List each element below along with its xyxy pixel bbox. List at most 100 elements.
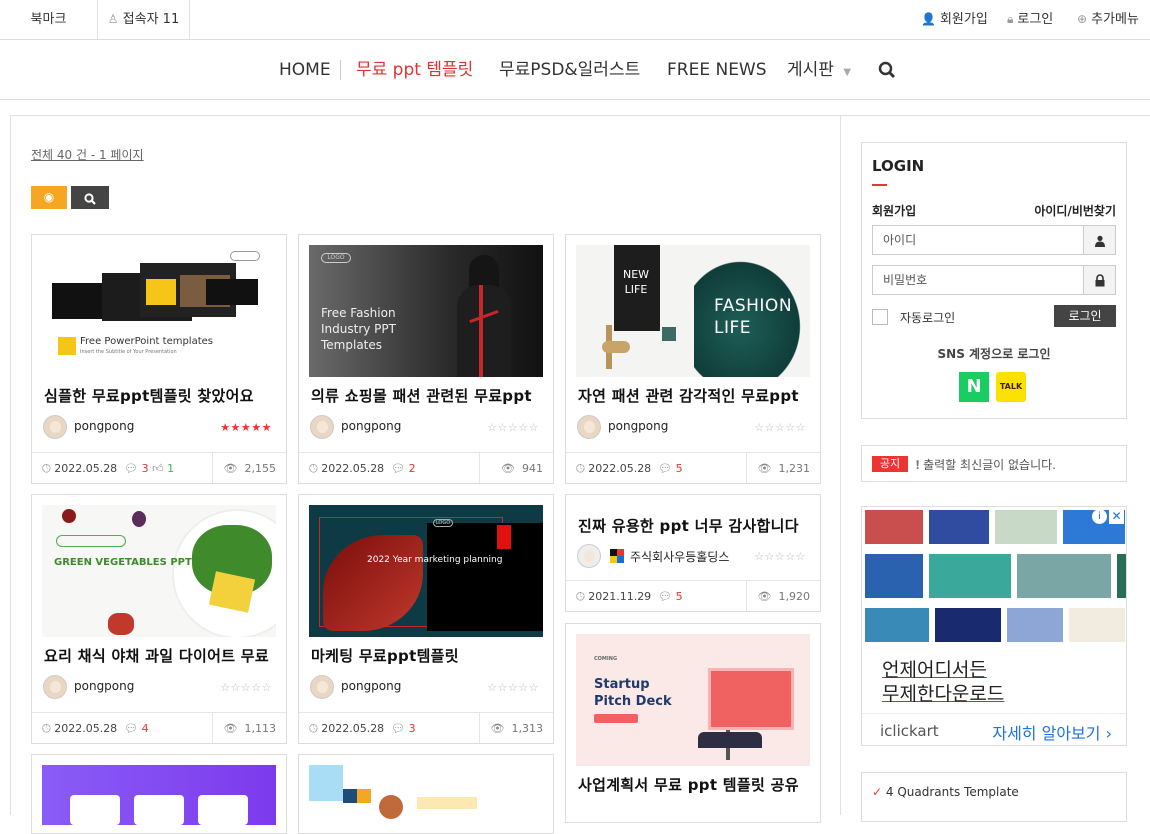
bookmark-link[interactable]: 북마크: [0, 0, 98, 39]
view-count: 1,920: [778, 590, 811, 603]
post-card[interactable]: LOGO 2022 Year marketing planning 마케팅 무료…: [298, 494, 554, 744]
post-thumbnail[interactable]: Free PowerPoint templates Insert the Sub…: [42, 245, 276, 377]
post-author[interactable]: pongpong: [341, 419, 401, 433]
gallery-board: 전체 40 건 - 1 페이지 ◉ Free PowerPoint templa…: [10, 115, 841, 834]
nav-psd-illust[interactable]: 무료PSD&일러스트: [499, 40, 640, 100]
more-menu-link[interactable]: ⊕ 추가메뉴: [1077, 0, 1139, 39]
rating-stars: ☆☆☆☆☆: [487, 681, 539, 694]
nav-board[interactable]: 게시판 ▼: [787, 40, 851, 100]
clock-icon: 🕓︎: [309, 462, 318, 475]
post-card[interactable]: [31, 754, 287, 834]
post-card[interactable]: COMING Startup Pitch Deck 사업계획서 무료 ppt 템…: [565, 623, 821, 823]
post-thumbnail[interactable]: LOGO 2022 Year marketing planning: [309, 505, 543, 637]
main-nav: HOME 무료 ppt 템플릿 무료PSD&일러스트 FREE NEWS 게시판…: [0, 40, 1150, 100]
avatar: [43, 415, 67, 439]
rss-button[interactable]: ◉: [31, 186, 67, 209]
ad-info-icon[interactable]: i: [1092, 509, 1107, 524]
nav-home[interactable]: HOME: [279, 40, 331, 100]
notice-message: 출력할 최신글이 없습니다.: [923, 458, 1056, 472]
post-author[interactable]: 주식회사우등홀딩스: [630, 548, 729, 565]
recent-post-title: 4 Quadrants Template: [885, 785, 1019, 799]
ad-learn-more-label: 자세히 알아보기: [992, 724, 1101, 743]
post-title[interactable]: 진짜 유용한 ppt 너무 감사합니다: [578, 515, 810, 536]
recent-post-item[interactable]: ✓ 4 Quadrants Template: [872, 785, 1019, 799]
visitor-count-label: 접속자 11: [122, 12, 180, 27]
rating-stars: ☆☆☆☆☆: [487, 421, 539, 434]
post-author[interactable]: pongpong: [608, 419, 668, 433]
person-icon: ♙: [107, 12, 119, 26]
comment-icon: 💬︎: [658, 462, 673, 475]
post-author[interactable]: pongpong: [341, 679, 401, 693]
nav-divider: [340, 60, 341, 80]
post-date: 2022.05.28: [54, 722, 118, 735]
post-title[interactable]: 사업계획서 무료 ppt 템플릿 공유: [578, 774, 810, 795]
view-count: 1,113: [244, 722, 277, 735]
board-search-button[interactable]: [71, 186, 109, 209]
nav-free-news[interactable]: FREE NEWS: [667, 40, 767, 100]
signup-link[interactable]: 회원가입: [872, 202, 916, 219]
post-title[interactable]: 의류 쇼핑몰 패션 관련된 무료ppt: [311, 385, 543, 406]
comment-icon: 💬︎: [391, 462, 406, 475]
post-title[interactable]: 마케팅 무료ppt템플릿: [311, 645, 543, 666]
comment-count: 5: [675, 590, 683, 603]
post-card[interactable]: 진짜 유용한 ppt 너무 감사합니다 주식회사우등홀딩스 ☆☆☆☆☆ 🕓︎ 2…: [565, 494, 821, 612]
post-thumbnail[interactable]: LOGO Free Fashion Industry PPT Templates: [309, 245, 543, 377]
post-thumbnail[interactable]: [42, 765, 276, 825]
nav-board-label: 게시판: [787, 60, 834, 80]
auto-login-label[interactable]: 자동로그인: [900, 309, 955, 326]
auto-login-checkbox[interactable]: [872, 309, 888, 325]
login-button[interactable]: 로그인: [1054, 305, 1116, 327]
post-card[interactable]: LOGO Free Fashion Industry PPT Templates…: [298, 234, 554, 484]
notice-tag: 공지: [872, 456, 908, 472]
post-card[interactable]: GREEN VEGETABLES PPT 요리 채식 야채 과일 다이어트 무료…: [31, 494, 287, 744]
thumb-title: FASHION LIFE: [714, 296, 793, 338]
eye-icon: 👁︎: [757, 590, 772, 603]
post-thumbnail[interactable]: [309, 765, 543, 825]
post-card[interactable]: [298, 754, 554, 834]
post-date: 2022.05.28: [321, 462, 385, 475]
ad-learn-more-link[interactable]: 자세히 알아보기 ›: [992, 720, 1112, 744]
chevron-right-icon: ›: [1105, 724, 1112, 743]
thumb-title: Free Fashion Industry PPT Templates: [321, 306, 396, 352]
sns-login-title: SNS 계정으로 로그인: [937, 347, 1051, 361]
id-field[interactable]: 아이디: [872, 225, 1116, 255]
login-link[interactable]: 🔒︎ 로그인: [1007, 0, 1053, 39]
post-date: 2022.05.28: [54, 462, 118, 475]
signup-link[interactable]: 👤 회원가입: [921, 0, 988, 39]
post-title[interactable]: 요리 채식 야채 과일 다이어트 무료: [44, 645, 276, 666]
find-account-link[interactable]: 아이디/비번찾기: [1034, 202, 1116, 219]
kakao-icon: TALK: [999, 382, 1023, 391]
post-thumbnail[interactable]: GREEN VEGETABLES PPT: [42, 505, 276, 637]
lock-icon: [1083, 266, 1115, 294]
rating-stars: ☆☆☆☆☆: [754, 550, 806, 563]
visitor-count[interactable]: ♙ 접속자 11: [98, 0, 190, 39]
comment-count: 3: [141, 462, 149, 475]
ad-banner[interactable]: i ✕ 언제어디서든 무제한다운로드 iclickart 자세히 알아보기 ›: [861, 506, 1127, 746]
notice-text: ❗︎ 출력할 최신글이 없습니다.: [916, 456, 1056, 473]
post-title[interactable]: 심플한 무료ppt템플릿 찾았어요: [44, 385, 276, 406]
post-card[interactable]: NEW LIFE FASHION LIFE 자연 패션 관련 감각적인 무료pp…: [565, 234, 821, 484]
nav-search-button[interactable]: [878, 40, 896, 100]
signup-label: 회원가입: [939, 12, 988, 27]
post-title[interactable]: 자연 패션 관련 감각적인 무료ppt: [578, 385, 810, 406]
post-thumbnail[interactable]: NEW LIFE FASHION LIFE: [576, 245, 810, 377]
ad-close-icon[interactable]: ✕: [1109, 509, 1124, 524]
clock-icon: 🕓︎: [42, 722, 51, 735]
top-utility-bar: 북마크 ♙ 접속자 11 👤 회원가입 🔒︎ 로그인 ⊕ 추가메뉴: [0, 0, 1150, 40]
post-date: 2022.05.28: [321, 722, 385, 735]
clock-icon: 🕓︎: [309, 722, 318, 735]
thumb-logo: LOGO: [321, 253, 351, 263]
clock-icon: 🕓︎: [42, 462, 51, 475]
post-author[interactable]: pongpong: [74, 679, 134, 693]
post-author[interactable]: pongpong: [74, 419, 134, 433]
naver-login-button[interactable]: N: [959, 372, 989, 402]
comment-count: 4: [141, 722, 149, 735]
password-field[interactable]: 비밀번호: [872, 265, 1116, 295]
kakao-login-button[interactable]: TALK: [996, 372, 1026, 402]
nav-free-ppt[interactable]: 무료 ppt 템플릿: [356, 40, 473, 100]
post-card[interactable]: Free PowerPoint templates Insert the Sub…: [31, 234, 287, 484]
post-meta: 🕓︎ 2022.05.28 💬︎ 5 👁︎ 1,231: [566, 452, 820, 483]
post-thumbnail[interactable]: COMING Startup Pitch Deck: [576, 634, 810, 766]
post-meta: 🕓︎ 2021.11.29 💬︎ 5 👁︎ 1,920: [566, 580, 820, 611]
view-count: 1,313: [511, 722, 544, 735]
